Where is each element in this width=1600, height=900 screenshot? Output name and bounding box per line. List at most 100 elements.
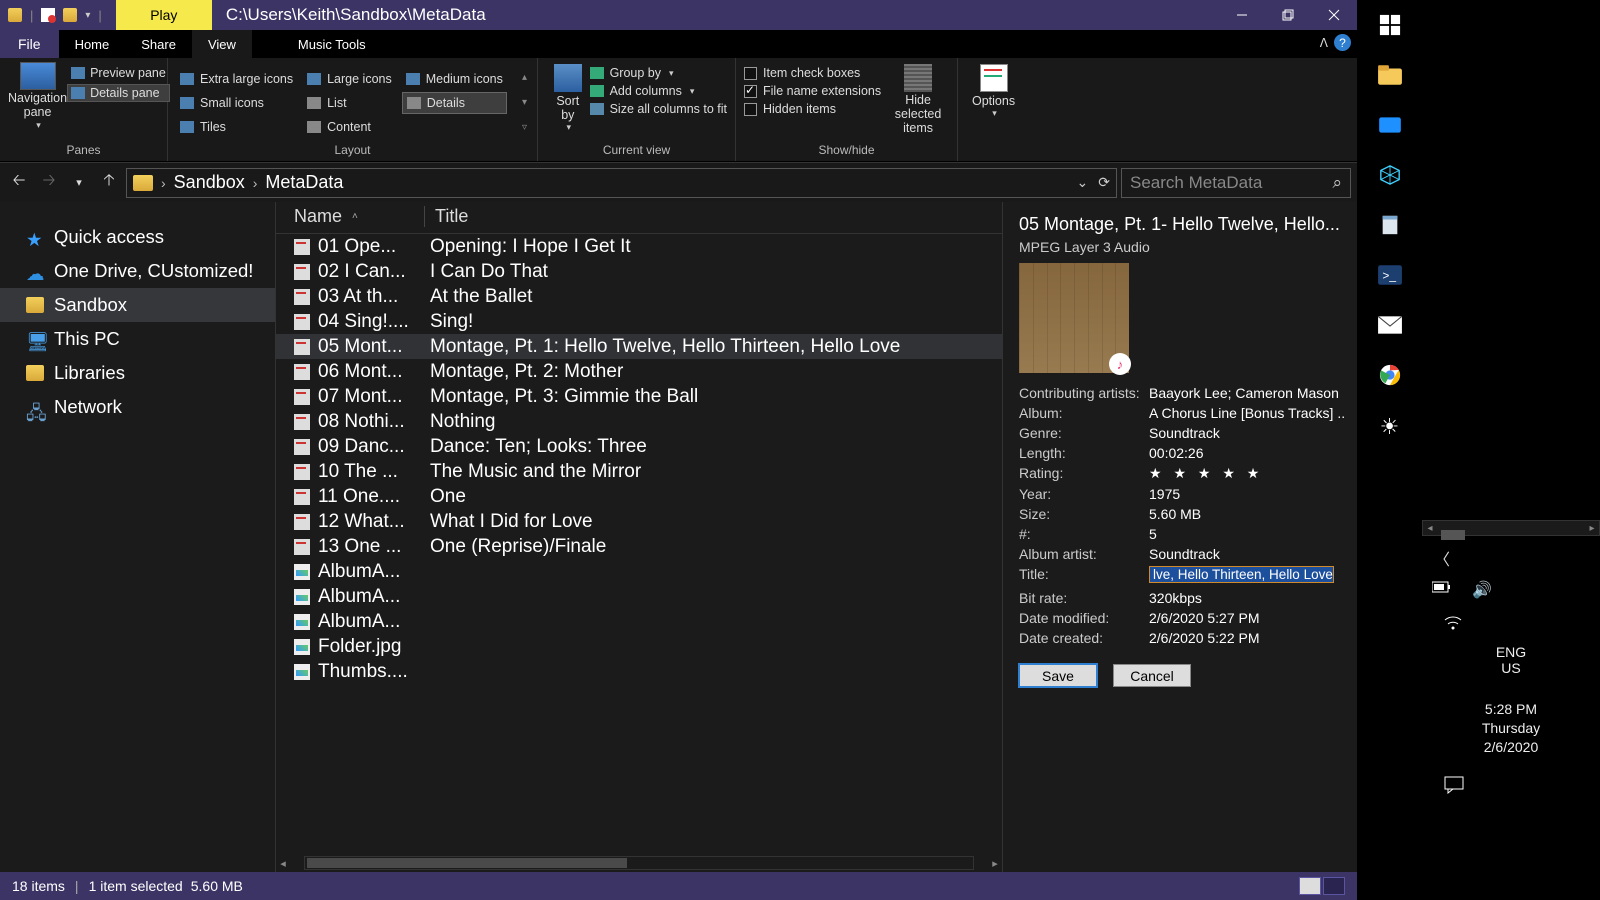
tree-sandbox[interactable]: Sandbox: [0, 288, 275, 322]
file-row[interactable]: Folder.jpg: [276, 634, 1002, 659]
file-row[interactable]: 08 Nothi...Nothing: [276, 409, 1002, 434]
help-icon[interactable]: ?: [1334, 34, 1351, 51]
tab-music-tools[interactable]: Music Tools: [282, 30, 382, 58]
file-row[interactable]: 03 At th...At the Ballet: [276, 284, 1002, 309]
options-button[interactable]: Options▾: [966, 62, 1021, 143]
collapse-ribbon-icon[interactable]: ᐱ: [1320, 36, 1328, 50]
back-button[interactable]: 🡠: [6, 169, 32, 197]
qat-newfolder-icon[interactable]: [63, 8, 77, 22]
file-row[interactable]: 07 Mont...Montage, Pt. 3: Gimmie the Bal…: [276, 384, 1002, 409]
layout-tiles[interactable]: Tiles: [176, 116, 297, 138]
tray-time[interactable]: 5:28 PM: [1422, 700, 1600, 719]
tree-network[interactable]: 🖧Network: [0, 390, 275, 424]
layout-scroll-down[interactable]: ▾: [522, 97, 527, 108]
column-title[interactable]: Title: [435, 206, 468, 227]
file-row[interactable]: 05 Mont...Montage, Pt. 1: Hello Twelve, …: [276, 334, 1002, 359]
file-row[interactable]: AlbumA...: [276, 609, 1002, 634]
address-history-button[interactable]: ⌄: [1077, 174, 1089, 191]
layout-small[interactable]: Small icons: [176, 92, 297, 114]
value-artists[interactable]: Baayork Lee; Cameron Mason: [1149, 385, 1345, 401]
view-details-button[interactable]: [1299, 877, 1321, 895]
tray-scrollbar[interactable]: ◂▸: [1422, 520, 1600, 536]
layout-list[interactable]: List: [303, 92, 396, 114]
tab-view[interactable]: View: [192, 30, 252, 58]
hide-selected-button[interactable]: Hide selected items: [887, 62, 949, 143]
maximize-button[interactable]: [1265, 0, 1311, 30]
hidden-items-toggle[interactable]: Hidden items: [744, 102, 881, 116]
start-button[interactable]: [1377, 14, 1403, 36]
recent-locations-button[interactable]: ▾: [66, 169, 92, 197]
breadcrumb-sep[interactable]: ›: [253, 175, 258, 191]
tray-battery-icon[interactable]: [1432, 580, 1452, 600]
group-by-button[interactable]: Group by▾: [590, 66, 727, 80]
cancel-button[interactable]: Cancel: [1113, 664, 1191, 687]
column-name[interactable]: Name˄: [294, 206, 424, 227]
close-button[interactable]: [1311, 0, 1357, 30]
taskbar-explorer-icon[interactable]: [1377, 64, 1403, 86]
preview-pane-button[interactable]: Preview pane: [67, 64, 170, 82]
file-row[interactable]: 12 What...What I Did for Love: [276, 509, 1002, 534]
tray-wifi-icon[interactable]: [1444, 617, 1462, 634]
taskbar-brightness-icon[interactable]: ☀: [1380, 414, 1400, 440]
layout-scroll-up[interactable]: ▴: [522, 72, 527, 83]
scroll-right-icon[interactable]: ▸: [988, 857, 1002, 870]
horizontal-scrollbar[interactable]: ◂ ▸: [276, 854, 1002, 872]
tree-this-pc[interactable]: 🖥This PC: [0, 322, 275, 356]
value-album-artist[interactable]: Soundtrack: [1149, 546, 1345, 562]
size-columns-button[interactable]: Size all columns to fit: [590, 102, 727, 116]
scrollbar-thumb[interactable]: [307, 858, 627, 868]
tree-quick-access[interactable]: ★Quick access: [0, 220, 275, 254]
search-icon[interactable]: ⌕: [1332, 173, 1342, 193]
refresh-button[interactable]: ⟳: [1098, 174, 1110, 191]
qat-caret[interactable]: ▾: [85, 10, 90, 21]
taskbar-settings-icon[interactable]: [1377, 114, 1403, 136]
tab-share[interactable]: Share: [125, 30, 192, 58]
taskbar-mail-icon[interactable]: [1377, 314, 1403, 336]
view-thumbnails-button[interactable]: [1323, 877, 1345, 895]
value-genre[interactable]: Soundtrack: [1149, 425, 1345, 441]
layout-extra-large[interactable]: Extra large icons: [176, 68, 297, 90]
qat-properties-icon[interactable]: [41, 8, 55, 22]
file-row[interactable]: AlbumA...: [276, 559, 1002, 584]
search-input[interactable]: Search MetaData ⌕: [1121, 168, 1351, 198]
address-bar[interactable]: › Sandbox › MetaData ⌄ ⟳: [126, 168, 1117, 198]
file-row[interactable]: 09 Danc...Dance: Ten; Looks: Three: [276, 434, 1002, 459]
taskbar-chrome-icon[interactable]: [1377, 364, 1403, 386]
forward-button[interactable]: 🡢: [36, 169, 62, 197]
file-name-extensions-toggle[interactable]: File name extensions: [744, 84, 881, 98]
tray-date[interactable]: 2/6/2020: [1422, 738, 1600, 757]
minimize-button[interactable]: [1219, 0, 1265, 30]
breadcrumb-metadata[interactable]: MetaData: [265, 172, 343, 193]
tray-action-center-icon[interactable]: [1444, 776, 1464, 799]
file-row[interactable]: 06 Mont...Montage, Pt. 2: Mother: [276, 359, 1002, 384]
save-button[interactable]: Save: [1019, 664, 1097, 687]
scroll-left-icon[interactable]: ◂: [276, 857, 290, 870]
taskbar-cube-icon[interactable]: [1377, 164, 1403, 186]
tab-home[interactable]: Home: [59, 30, 126, 58]
up-button[interactable]: 🡡: [96, 169, 122, 197]
tray-keyboard[interactable]: US: [1422, 660, 1600, 676]
tab-file[interactable]: File: [0, 30, 59, 58]
layout-expand[interactable]: ▿: [522, 122, 527, 133]
file-row[interactable]: 11 One....One: [276, 484, 1002, 509]
breadcrumb-sandbox[interactable]: Sandbox: [174, 172, 245, 193]
tray-overflow-button[interactable]: 〈: [1434, 546, 1450, 570]
value-year[interactable]: 1975: [1149, 486, 1345, 502]
taskbar-notepad-icon[interactable]: [1377, 214, 1403, 236]
sort-by-button[interactable]: Sort by▾: [546, 62, 590, 143]
tree-libraries[interactable]: Libraries: [0, 356, 275, 390]
tray-volume-icon[interactable]: 🔊: [1472, 580, 1492, 600]
item-check-boxes-toggle[interactable]: Item check boxes: [744, 66, 881, 80]
tree-onedrive[interactable]: ☁One Drive, CUstomized!: [0, 254, 275, 288]
add-columns-button[interactable]: Add columns▾: [590, 84, 727, 98]
context-tab-play[interactable]: Play: [116, 0, 212, 30]
value-track[interactable]: 5: [1149, 526, 1345, 542]
navigation-pane-button[interactable]: Navigation pane: [8, 92, 67, 120]
details-pane-button[interactable]: Details pane: [67, 84, 170, 102]
file-row[interactable]: 02 I Can...I Can Do That: [276, 259, 1002, 284]
file-row[interactable]: 13 One ...One (Reprise)/Finale: [276, 534, 1002, 559]
breadcrumb-sep[interactable]: ›: [161, 175, 166, 191]
file-row[interactable]: AlbumA...: [276, 584, 1002, 609]
file-row[interactable]: Thumbs....: [276, 659, 1002, 684]
value-album[interactable]: A Chorus Line [Bonus Tracks] ...: [1149, 405, 1345, 421]
